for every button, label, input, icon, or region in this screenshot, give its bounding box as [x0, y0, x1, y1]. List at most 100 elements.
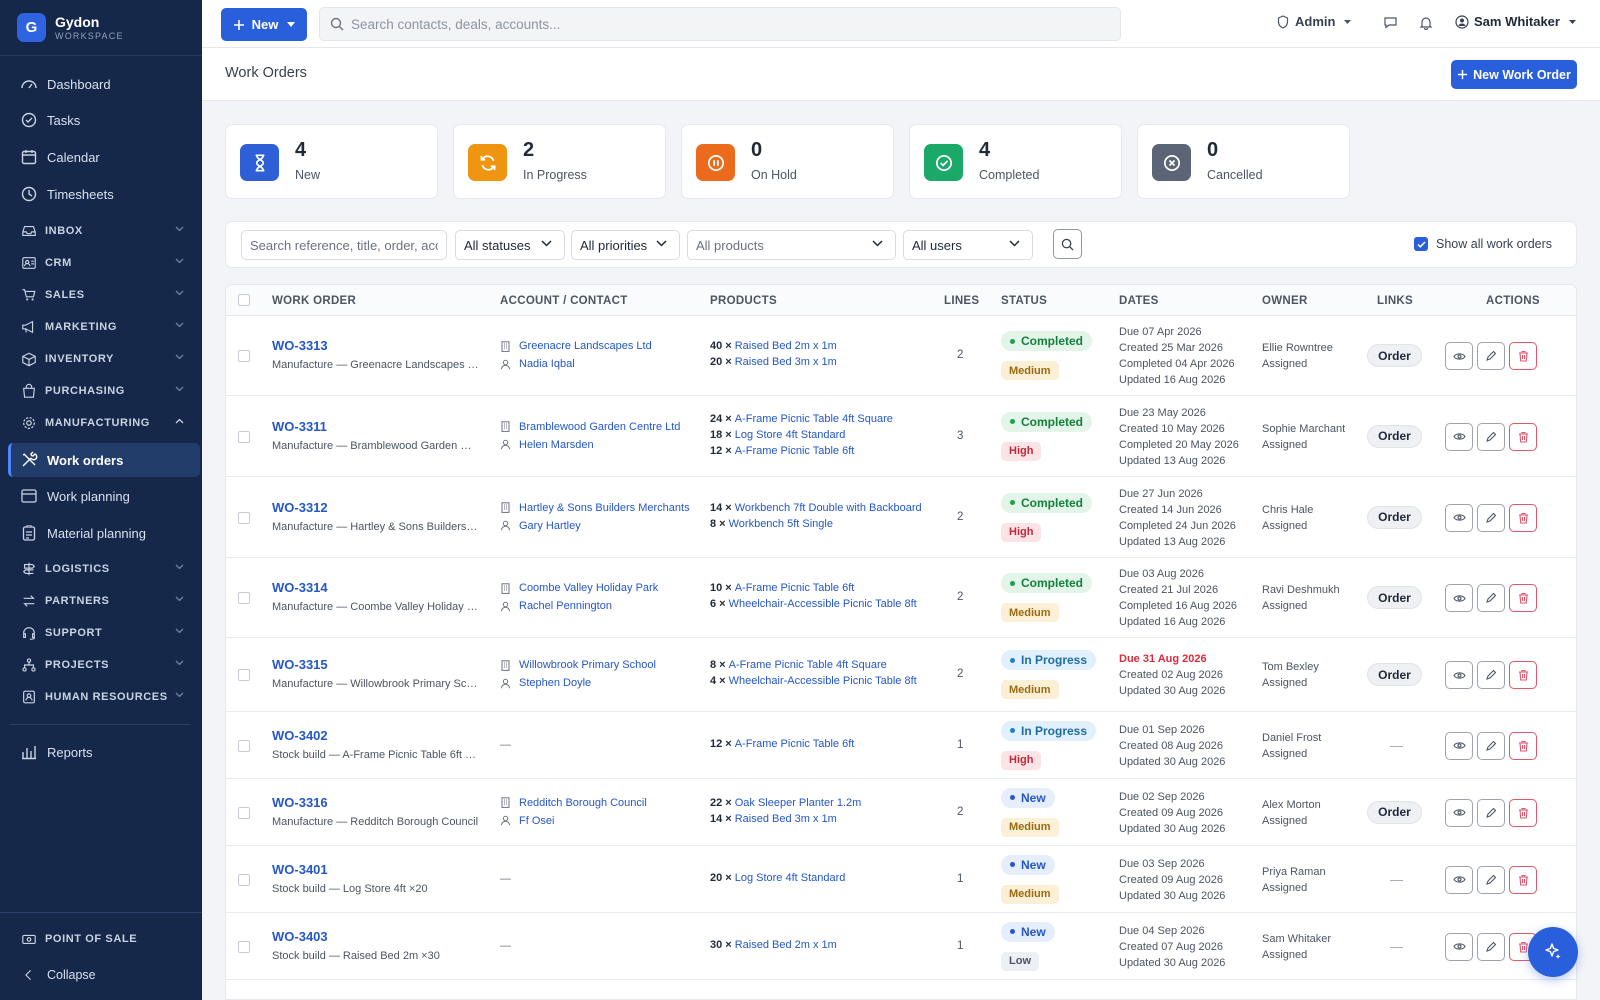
view-button[interactable] [1445, 661, 1473, 689]
product-line[interactable]: 4 × Wheelchair-Accessible Picnic Table 8f… [710, 675, 917, 687]
product-line[interactable]: 12 × A-Frame Picnic Table 6ft [710, 738, 854, 750]
sidebar-subitem-work-orders[interactable]: Work orders [8, 443, 200, 477]
view-button[interactable] [1445, 584, 1473, 612]
stat-card-new[interactable]: 4 New [225, 124, 438, 199]
table-row[interactable]: WO-3313 Manufacture — Greenacre Landscape… [226, 316, 1576, 396]
table-row[interactable]: WO-3404NewDue 07 Sep 2026Sophie Marchant [226, 980, 1576, 999]
sidebar-subitem-work-planning[interactable]: Work planning [8, 480, 200, 512]
products-filter-select[interactable]: All products [687, 230, 896, 260]
delete-button[interactable] [1509, 661, 1537, 689]
delete-button[interactable] [1509, 731, 1537, 760]
show-all-checkbox[interactable] [1414, 237, 1428, 251]
sidebar-section-support[interactable]: SUPPORT [8, 619, 200, 647]
order-link-badge[interactable]: Order [1367, 344, 1422, 367]
contact-link[interactable]: Stephen Doyle [500, 677, 591, 689]
order-link-badge[interactable]: Order [1367, 800, 1422, 824]
contact-link[interactable]: Gary Hartley [500, 520, 581, 532]
order-link-badge[interactable]: Order [1367, 663, 1422, 686]
account-link[interactable]: Willowbrook Primary School [500, 659, 656, 671]
edit-button[interactable] [1477, 731, 1505, 760]
delete-button[interactable] [1509, 798, 1537, 827]
row-checkbox[interactable] [238, 350, 250, 362]
table-row[interactable]: WO-3402 Stock build — A-Frame Picnic Tabl… [226, 712, 1576, 779]
table-row[interactable]: WO-3316 Manufacture — Redditch Borough Co… [226, 779, 1576, 846]
sidebar-subitem-material-planning[interactable]: Material planning [8, 517, 200, 549]
product-line[interactable]: 8 × Workbench 5ft Single [710, 518, 833, 530]
edit-button[interactable] [1477, 798, 1505, 827]
row-checkbox[interactable] [238, 739, 250, 752]
view-button[interactable] [1445, 342, 1473, 370]
account-link[interactable]: Greenacre Landscapes Ltd [500, 340, 652, 352]
new-button[interactable]: New [221, 8, 307, 41]
view-button[interactable] [1445, 422, 1473, 451]
sidebar-section-inbox[interactable]: INBOX [8, 217, 200, 245]
delete-button[interactable] [1509, 342, 1537, 370]
work-order-link[interactable]: WO-3401 [272, 862, 328, 877]
table-row[interactable]: WO-3311 Manufacture — Bramblewood Garden … [226, 396, 1576, 477]
product-line[interactable]: 18 × Log Store 4ft Standard [710, 429, 845, 441]
ai-assistant-button[interactable] [1528, 927, 1578, 977]
sidebar-section-point-of-sale[interactable]: POINT OF SALE [8, 925, 200, 953]
role-switcher[interactable]: Admin [1277, 14, 1352, 29]
edit-button[interactable] [1477, 503, 1505, 532]
column-header-lines[interactable]: LINES [944, 295, 979, 307]
delete-button[interactable] [1509, 503, 1537, 532]
view-button[interactable] [1445, 731, 1473, 760]
work-order-link[interactable]: WO-3316 [272, 795, 328, 810]
edit-button[interactable] [1477, 661, 1505, 689]
account-link[interactable]: Bramblewood Garden Centre Ltd [500, 421, 680, 433]
edit-button[interactable] [1477, 932, 1505, 961]
column-header-account[interactable]: ACCOUNT / CONTACT [500, 295, 628, 307]
sidebar-section-partners[interactable]: PARTNERS [8, 587, 200, 615]
sidebar-item-calendar[interactable]: Calendar [8, 141, 200, 173]
work-order-link[interactable]: WO-3403 [272, 929, 328, 944]
row-checkbox[interactable] [238, 430, 250, 443]
column-header-dates[interactable]: DATES [1119, 295, 1159, 307]
column-header-work-order[interactable]: WORK ORDER [272, 295, 356, 307]
sidebar-section-inventory[interactable]: INVENTORY [8, 345, 200, 373]
product-line[interactable]: 20 × Raised Bed 3m x 1m [710, 356, 837, 368]
stat-card-cancelled[interactable]: 0 Cancelled [1137, 124, 1350, 199]
brand-logo[interactable]: G [17, 13, 46, 42]
table-row[interactable]: WO-3315 Manufacture — Willowbrook Primary… [226, 638, 1576, 712]
product-line[interactable]: 24 × A-Frame Picnic Table 4ft Square [710, 413, 893, 425]
delete-button[interactable] [1509, 584, 1537, 612]
table-row[interactable]: WO-3403 Stock build — Raised Bed 2m ×30 — 3… [226, 913, 1576, 980]
row-checkbox[interactable] [238, 669, 250, 681]
row-checkbox[interactable] [238, 592, 250, 604]
sidebar-section-logistics[interactable]: LOGISTICS [8, 555, 200, 583]
work-order-link[interactable]: WO-3402 [272, 728, 328, 743]
product-line[interactable]: 40 × Raised Bed 2m x 1m [710, 340, 837, 352]
row-checkbox[interactable] [238, 806, 250, 819]
product-line[interactable]: 12 × A-Frame Picnic Table 6ft [710, 445, 854, 457]
column-header-owner[interactable]: OWNER [1262, 295, 1308, 307]
new-work-order-button[interactable]: New Work Order [1451, 60, 1577, 89]
contact-link[interactable]: Rachel Pennington [500, 600, 612, 612]
product-line[interactable]: 22 × Oak Sleeper Planter 1.2m [710, 797, 861, 809]
chat-icon[interactable] [1383, 15, 1398, 30]
user-menu[interactable]: Sam Whitaker [1455, 14, 1576, 29]
status-filter-select[interactable]: All statuses [455, 230, 565, 260]
view-button[interactable] [1445, 503, 1473, 532]
edit-button[interactable] [1477, 865, 1505, 894]
column-header-products[interactable]: PRODUCTS [710, 295, 777, 307]
show-all-toggle[interactable]: Show all work orders [1414, 237, 1552, 251]
contact-link[interactable]: Helen Marsden [500, 439, 594, 451]
row-checkbox[interactable] [238, 873, 250, 886]
view-button[interactable] [1445, 798, 1473, 827]
work-order-link[interactable]: WO-3315 [272, 657, 328, 672]
work-order-link[interactable]: WO-3313 [272, 338, 328, 353]
sidebar-section-purchasing[interactable]: PURCHASING [8, 377, 200, 405]
delete-button[interactable] [1509, 865, 1537, 894]
sidebar-section-sales[interactable]: SALES [8, 281, 200, 309]
sidebar-item-reports[interactable]: Reports [8, 736, 200, 768]
work-order-link[interactable]: WO-3311 [272, 419, 327, 434]
work-order-link[interactable]: WO-3314 [272, 580, 328, 595]
stat-card-completed[interactable]: 4 Completed [909, 124, 1122, 199]
collapse-sidebar-button[interactable]: Collapse [8, 959, 200, 991]
view-button[interactable] [1445, 932, 1473, 961]
work-order-link[interactable]: WO-3312 [272, 500, 328, 515]
edit-button[interactable] [1477, 584, 1505, 612]
stat-card-on-hold[interactable]: 0 On Hold [681, 124, 894, 199]
filter-search-button[interactable] [1053, 229, 1082, 259]
